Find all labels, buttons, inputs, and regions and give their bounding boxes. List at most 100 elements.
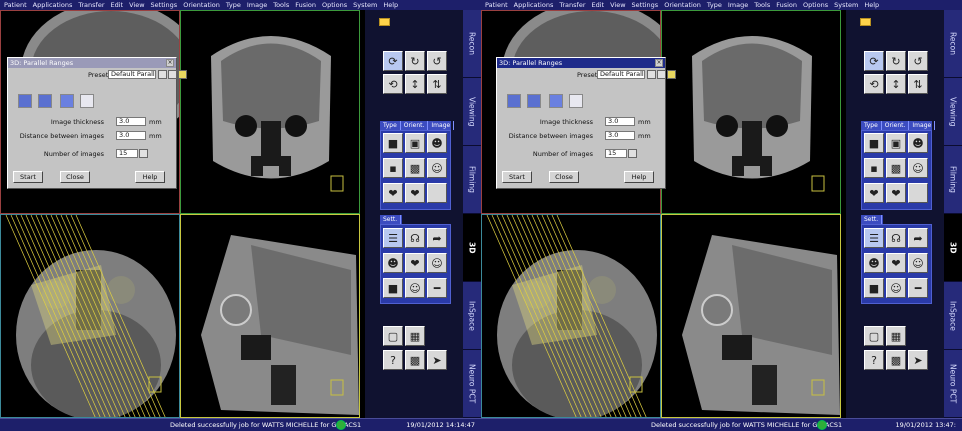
preset-folder-icon[interactable] [667, 70, 676, 79]
tilt-tool-icon[interactable]: ↕ [886, 74, 906, 94]
tab-viewing[interactable]: Viewing [463, 78, 481, 146]
curved-ranges-icon[interactable]: ➦ [427, 228, 447, 248]
rotate-3d-tool-icon[interactable]: ⟳ [864, 51, 884, 71]
menu-item-applications[interactable]: Applications [514, 0, 554, 10]
rotate-3d-tool-icon[interactable]: ⟳ [383, 51, 403, 71]
menu-item-patient[interactable]: Patient [4, 0, 27, 10]
layout-alt-icon[interactable]: ▩ [886, 350, 906, 370]
tab-sett[interactable]: Sett. [380, 215, 402, 224]
menu-item-settings[interactable]: Settings [151, 0, 178, 10]
menu-item-help[interactable]: Help [864, 0, 879, 10]
lungs-view-icon[interactable]: ☺ [908, 253, 928, 273]
number-spinner-icon[interactable] [139, 149, 148, 158]
parallel-ranges-icon[interactable]: ☰ [864, 228, 884, 248]
menu-item-edit[interactable]: Edit [592, 0, 605, 10]
roll-tool-icon[interactable]: ↺ [908, 51, 928, 71]
parallel-ranges-icon[interactable]: ☰ [383, 228, 403, 248]
help-button[interactable]: Help [624, 171, 654, 183]
image-thickness-input[interactable]: 3.0 [116, 117, 146, 126]
menu-item-view[interactable]: View [129, 0, 144, 10]
menu-item-tools[interactable]: Tools [273, 0, 289, 10]
close-button[interactable]: Close [60, 171, 90, 183]
number-of-images-input[interactable]: 15 [116, 149, 138, 158]
vrt-type-icon[interactable]: ❤ [864, 183, 884, 203]
yellow-face-icon[interactable]: ☺ [405, 278, 425, 298]
preset-folder-icon[interactable] [178, 70, 187, 79]
menu-item-applications[interactable]: Applications [33, 0, 73, 10]
bone-view-icon[interactable]: ━ [908, 278, 928, 298]
presets-select[interactable]: Default Parallel S [597, 70, 645, 79]
skull-type-icon[interactable]: ☺ [908, 158, 928, 178]
lungs-view-icon[interactable]: ☺ [427, 253, 447, 273]
export-icon[interactable]: ➤ [427, 350, 447, 370]
menu-item-system[interactable]: System [353, 0, 377, 10]
layout-1-icon[interactable]: ▢ [864, 326, 884, 346]
yellow-head-icon[interactable]: ■ [864, 278, 884, 298]
tab-inspace[interactable]: InSpace [944, 282, 962, 350]
rotate-orientation-icon[interactable] [60, 94, 74, 108]
menu-item-image[interactable]: Image [728, 0, 748, 10]
tab-orient[interactable]: Orient. [401, 121, 429, 130]
ssd-type-icon[interactable]: ❤ [405, 183, 425, 203]
blank-type-icon[interactable] [427, 183, 447, 203]
yellow-face-icon[interactable]: ☺ [886, 278, 906, 298]
ssd-type-icon[interactable]: ❤ [886, 183, 906, 203]
vertical-orientation-icon[interactable] [527, 94, 541, 108]
free-rotate-tool-icon[interactable]: ↻ [405, 51, 425, 71]
tab-image[interactable]: Image [909, 121, 936, 130]
bone-view-icon[interactable]: ━ [427, 278, 447, 298]
radial-ranges-icon[interactable]: ☊ [405, 228, 425, 248]
menu-item-edit[interactable]: Edit [111, 0, 124, 10]
menu-item-view[interactable]: View [610, 0, 625, 10]
mip-type-icon[interactable]: ▩ [405, 158, 425, 178]
menu-item-type[interactable]: Type [226, 0, 241, 10]
close-icon[interactable]: × [655, 59, 663, 67]
grid-orientation-icon[interactable] [80, 94, 94, 108]
folder-icon[interactable] [860, 18, 871, 26]
color-map-icon[interactable]: ❤ [405, 253, 425, 273]
menu-item-transfer[interactable]: Transfer [559, 0, 585, 10]
tab-filming[interactable]: Filming [463, 146, 481, 214]
close-icon[interactable]: × [166, 59, 174, 67]
dialog-titlebar[interactable]: 3D: Parallel Ranges × [8, 58, 176, 68]
tab-filming[interactable]: Filming [944, 146, 962, 214]
viewport-sagittal[interactable] [180, 214, 360, 418]
free-rotate-tool-icon[interactable]: ↻ [886, 51, 906, 71]
tab-image[interactable]: Image [428, 121, 455, 130]
start-button[interactable]: Start [502, 171, 532, 183]
menu-item-type[interactable]: Type [707, 0, 722, 10]
mpr-type-icon[interactable]: ▪ [864, 158, 884, 178]
tab-recon[interactable]: Recon [944, 10, 962, 78]
help-query-icon[interactable]: ? [383, 350, 403, 370]
tab-3d[interactable]: 3D [944, 214, 962, 282]
surface-type-icon[interactable]: ▣ [405, 133, 425, 153]
menu-item-system[interactable]: System [834, 0, 858, 10]
mip-type-icon[interactable]: ▩ [886, 158, 906, 178]
volume-type-icon[interactable]: ■ [864, 133, 884, 153]
curved-ranges-icon[interactable]: ➦ [908, 228, 928, 248]
tab-type[interactable]: Type [380, 121, 401, 130]
orbit-tool-icon[interactable]: ⟲ [864, 74, 884, 94]
menu-item-patient[interactable]: Patient [485, 0, 508, 10]
number-of-images-input[interactable]: 15 [605, 149, 627, 158]
dialog-titlebar[interactable]: 3D: Parallel Ranges × [497, 58, 665, 68]
menu-item-orientation[interactable]: Orientation [183, 0, 220, 10]
volume-type-icon[interactable]: ■ [383, 133, 403, 153]
zoom-tool-icon[interactable]: ⇅ [908, 74, 928, 94]
tab-neuro-pct[interactable]: Neuro PCT [463, 350, 481, 418]
tab-orient[interactable]: Orient. [882, 121, 910, 130]
menu-item-tools[interactable]: Tools [754, 0, 770, 10]
viewport-axial-ranges[interactable] [0, 214, 180, 418]
mpr-type-icon[interactable]: ▪ [383, 158, 403, 178]
help-query-icon[interactable]: ? [864, 350, 884, 370]
viewport-coronal[interactable] [180, 10, 360, 214]
start-button[interactable]: Start [13, 171, 43, 183]
horizontal-orientation-icon[interactable] [18, 94, 32, 108]
preset-save-icon[interactable] [168, 70, 177, 79]
head-view-icon[interactable]: ☻ [383, 253, 403, 273]
export-icon[interactable]: ➤ [908, 350, 928, 370]
preset-dropdown-icon[interactable] [158, 70, 167, 79]
grid-orientation-icon[interactable] [569, 94, 583, 108]
rotate-orientation-icon[interactable] [549, 94, 563, 108]
menu-item-settings[interactable]: Settings [632, 0, 659, 10]
